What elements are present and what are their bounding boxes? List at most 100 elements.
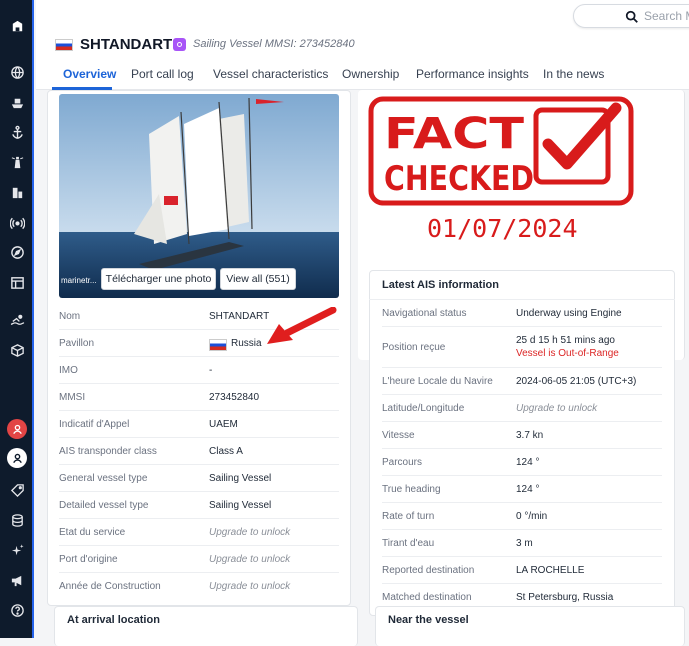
upgrade-link[interactable]: Upgrade to unlock — [209, 554, 290, 565]
arrival-location-card — [54, 606, 358, 646]
search-input[interactable]: Search M — [573, 4, 689, 28]
ais-value: 2024-06-05 21:05 (UTC+3) — [516, 376, 637, 387]
ais-row: Navigational status Underway using Engin… — [382, 300, 662, 327]
detail-label: MMSI — [59, 392, 86, 403]
ais-label: True heading — [382, 484, 441, 495]
sparkle-icon[interactable] — [7, 540, 27, 560]
calendar-icon[interactable] — [7, 272, 27, 292]
user-icon[interactable] — [7, 448, 27, 468]
fact-check-date: 01/07/2024 — [427, 214, 578, 243]
anchor-icon[interactable] — [7, 122, 27, 142]
detail-value: 273452840 — [209, 392, 260, 403]
ais-row: Parcours 124 ° — [382, 449, 662, 476]
upgrade-link[interactable]: Upgrade to unlock — [209, 527, 290, 538]
tab-in-the-news[interactable]: In the news — [543, 67, 604, 81]
detail-label: Pavillon — [59, 338, 95, 349]
near-vessel-card — [375, 606, 685, 646]
russia-flag-icon — [209, 339, 227, 351]
help-icon[interactable] — [7, 600, 27, 620]
detail-row: IMO - — [59, 357, 339, 384]
ais-row: Position reçue 25 d 15 h 51 mins ago Ves… — [382, 327, 662, 368]
database-icon[interactable] — [7, 510, 27, 530]
ais-label: Rate of turn — [382, 511, 435, 522]
detail-row: Port d'origine Upgrade to unlock — [59, 546, 339, 573]
ship-icon[interactable] — [7, 92, 27, 112]
ais-card-title: Latest AIS information — [382, 279, 499, 291]
detail-value[interactable]: Russia — [231, 338, 262, 349]
compass-icon[interactable] — [7, 242, 27, 262]
fact-stamp-line2: CHECKED — [384, 159, 534, 199]
tab-ownership[interactable]: Ownership — [342, 67, 399, 81]
ais-value: LA ROCHELLE — [516, 565, 585, 576]
upgrade-link[interactable]: Upgrade to unlock — [516, 403, 597, 414]
megaphone-icon[interactable] — [7, 570, 27, 590]
user-alert-icon[interactable] — [7, 419, 27, 439]
ais-row: Latitude/Longitude Upgrade to unlock — [382, 395, 662, 422]
detail-value: Sailing Vessel — [209, 500, 272, 511]
detail-label: Etat du service — [59, 527, 126, 538]
vessel-subtitle: Sailing Vessel MMSI: 273452840 — [193, 38, 355, 50]
detail-label: AIS transponder class — [59, 446, 157, 457]
signal-icon[interactable] — [7, 212, 27, 232]
ais-row: Reported destination LA ROCHELLE — [382, 557, 662, 584]
buildings-icon[interactable] — [7, 182, 27, 202]
tab-vessel-characteristics[interactable]: Vessel characteristics — [213, 67, 328, 81]
ais-value: St Petersburg, Russia — [516, 592, 614, 603]
ais-row: Tirant d'eau 3 m — [382, 530, 662, 557]
ais-label: Matched destination — [382, 592, 472, 603]
detail-value: SHTANDART — [209, 311, 270, 322]
detail-value: - — [209, 365, 213, 376]
ais-label: Vitesse — [382, 430, 415, 441]
detail-label: Port d'origine — [59, 554, 118, 565]
near-vessel-title: Near the vessel — [388, 614, 469, 626]
sidebar — [0, 0, 34, 638]
detail-label: IMO — [59, 365, 78, 376]
out-of-range-warning: Vessel is Out-of-Range — [516, 348, 619, 359]
ais-value: 25 d 15 h 51 mins ago — [516, 335, 615, 346]
package-icon[interactable] — [7, 340, 27, 360]
detail-row: MMSI 273452840 — [59, 384, 339, 411]
detail-row: Etat du service Upgrade to unlock — [59, 519, 339, 546]
detail-label: Indicatif d'Appel — [59, 419, 130, 430]
detail-value: Class A — [209, 446, 243, 457]
ais-label: Parcours — [382, 457, 423, 468]
detail-row: Detailed vessel type Sailing Vessel — [59, 492, 339, 519]
search-icon — [625, 10, 638, 23]
ais-row: Rate of turn 0 °/min — [382, 503, 662, 530]
ais-row: L'heure Locale du Navire 2024-06-05 21:0… — [382, 368, 662, 395]
globe-icon[interactable] — [7, 62, 27, 82]
ais-label: Reported destination — [382, 565, 475, 576]
ais-label: Position reçue — [382, 342, 446, 353]
ais-row: Vitesse 3.7 kn — [382, 422, 662, 449]
russia-flag-icon — [55, 39, 73, 51]
ais-value: 0 °/min — [516, 511, 548, 522]
arrival-location-title: At arrival location — [67, 614, 160, 626]
swimmer-icon[interactable] — [7, 310, 27, 330]
red-arrow-annotation — [267, 307, 337, 344]
detail-row: Indicatif d'Appel UAEM — [59, 411, 339, 438]
fact-checked-stamp-icon: FACT CHECKED — [368, 96, 634, 206]
logo-icon[interactable] — [7, 16, 27, 36]
lighthouse-icon[interactable] — [7, 152, 27, 172]
detail-row: General vessel type Sailing Vessel — [59, 465, 339, 492]
tab-performance-insights[interactable]: Performance insights — [416, 67, 529, 81]
download-photo-button[interactable]: Télécharger une photo — [101, 268, 216, 290]
view-all-photos-button[interactable]: View all (551) — [220, 268, 296, 290]
detail-value: UAEM — [209, 419, 238, 430]
detail-label: Detailed vessel type — [59, 500, 149, 511]
ais-label: Navigational status — [382, 308, 467, 319]
detail-label: General vessel type — [59, 473, 148, 484]
tab-port-call-log[interactable]: Port call log — [131, 67, 194, 81]
detail-row: Année de Construction Upgrade to unlock — [59, 573, 339, 600]
tab-overview[interactable]: Overview — [63, 67, 116, 81]
ais-value: 124 ° — [516, 457, 540, 468]
upgrade-link[interactable]: Upgrade to unlock — [209, 581, 290, 592]
ais-label: Tirant d'eau — [382, 538, 435, 549]
tag-icon[interactable] — [7, 480, 27, 500]
detail-row: AIS transponder class Class A — [59, 438, 339, 465]
photo-credit: marinetr... — [61, 276, 97, 285]
ais-value: Underway using Engine — [516, 308, 622, 319]
ais-value: 124 ° — [516, 484, 540, 495]
vessel-name: SHTANDART — [80, 36, 173, 53]
ais-label: L'heure Locale du Navire — [382, 376, 493, 387]
